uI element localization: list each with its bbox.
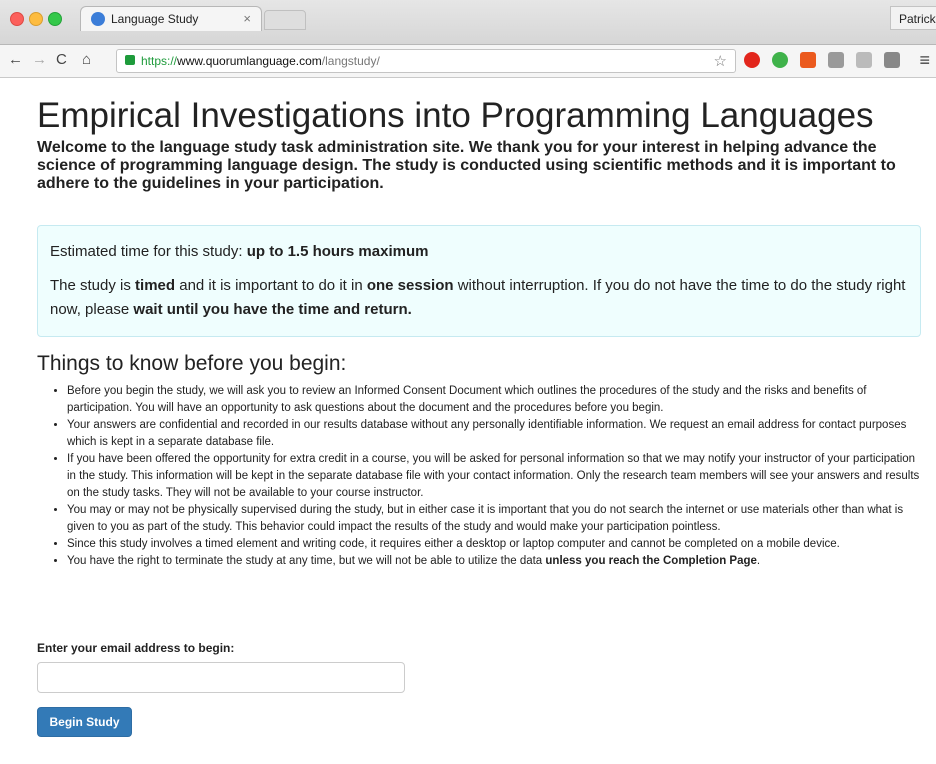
- list-item: Before you begin the study, we will ask …: [67, 383, 921, 417]
- new-tab-button[interactable]: [264, 10, 306, 30]
- list-item: If you have been offered the opportunity…: [67, 451, 921, 502]
- intro-text: Welcome to the language study task admin…: [37, 139, 896, 192]
- notice-bold: one session: [366, 277, 454, 294]
- extension-icon[interactable]: [828, 52, 844, 68]
- timed-notice: The study is timed and it is important t…: [50, 274, 908, 322]
- rules-list: Before you begin the study, we will ask …: [37, 383, 921, 570]
- favicon-icon: [91, 12, 105, 26]
- time-value: up to 1.5 hours maximum: [246, 243, 429, 260]
- back-icon[interactable]: ←: [8, 51, 23, 68]
- rule-text: .: [756, 555, 761, 567]
- opera-icon[interactable]: [744, 52, 760, 68]
- browser-chrome: Language Study × Patrick: [0, 0, 936, 45]
- time-alert: Estimated time for this study: up to 1.5…: [37, 225, 921, 337]
- tab-bar: Language Study × Patrick: [0, 0, 936, 44]
- evernote-icon[interactable]: [772, 52, 788, 68]
- notice-part: The study is: [50, 277, 136, 294]
- tab-language-study[interactable]: Language Study ×: [80, 6, 262, 31]
- list-item: You have the right to terminate the stud…: [67, 553, 921, 570]
- rule-text: You have the right to terminate the stud…: [67, 555, 546, 567]
- office-icon[interactable]: [800, 52, 816, 68]
- notice-bold: timed: [135, 277, 176, 294]
- tab-title: Language Study: [111, 12, 199, 26]
- rule-bold: unless you reach the Completion Page: [545, 555, 757, 567]
- notice-bold: wait until you have the time and return.: [133, 301, 412, 318]
- url-host: www.quorumlanguage.com: [177, 54, 322, 68]
- url-text: https://www.quorumlanguage.com/langstudy…: [141, 54, 380, 68]
- tab-close-icon[interactable]: ×: [243, 11, 251, 26]
- list-item: You may or may not be physically supervi…: [67, 502, 921, 536]
- minimize-window-icon[interactable]: [29, 12, 43, 26]
- star-icon[interactable]: ☆: [714, 52, 727, 70]
- email-field[interactable]: [37, 662, 405, 693]
- estimated-time: Estimated time for this study: up to 1.5…: [50, 240, 908, 264]
- url-scheme: https://: [141, 54, 178, 68]
- drive-icon[interactable]: [884, 52, 900, 68]
- list-item: Your answers are confidential and record…: [67, 417, 921, 451]
- home-icon[interactable]: ⌂: [82, 51, 91, 68]
- lock-icon: [125, 55, 135, 65]
- time-prefix: Estimated time for this study:: [50, 243, 247, 260]
- cube-icon[interactable]: [856, 52, 872, 68]
- maximize-window-icon[interactable]: [48, 12, 62, 26]
- browser-toolbar: ← → C ⌂ https://www.quorumlanguage.com/l…: [0, 45, 936, 78]
- notice-part: and it is important to do it in: [175, 277, 367, 294]
- url-path: /langstudy/: [321, 54, 380, 68]
- close-window-icon[interactable]: [10, 12, 24, 26]
- reload-icon[interactable]: C: [56, 51, 67, 68]
- list-item: Since this study involves a timed elemen…: [67, 536, 921, 553]
- forward-icon[interactable]: →: [32, 51, 47, 68]
- begin-study-button[interactable]: Begin Study: [37, 707, 132, 737]
- address-bar[interactable]: https://www.quorumlanguage.com/langstudy…: [116, 49, 736, 73]
- email-label: Enter your email address to begin:: [37, 641, 235, 655]
- page-content: Empirical Investigations into Programmin…: [0, 78, 936, 764]
- menu-icon[interactable]: ≡: [919, 50, 930, 71]
- section-title: Things to know before you begin:: [37, 352, 347, 375]
- page-title: Empirical Investigations into Programmin…: [37, 96, 874, 135]
- profile-button[interactable]: Patrick: [890, 6, 936, 30]
